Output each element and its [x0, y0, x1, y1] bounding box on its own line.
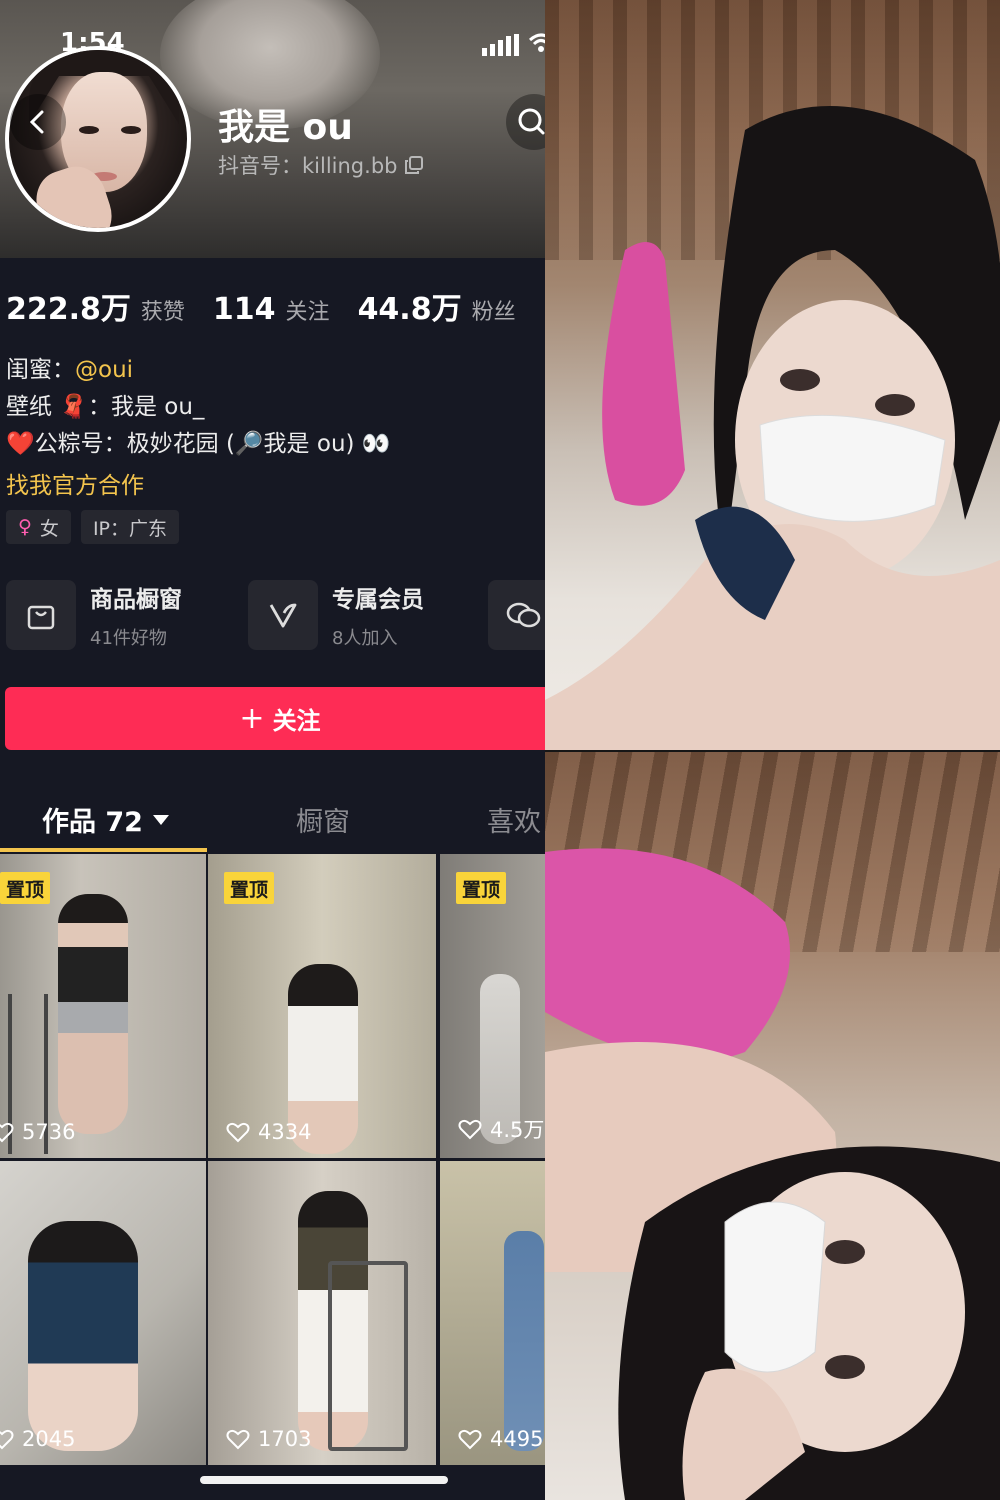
tab-likes[interactable]: 喜欢: [487, 800, 541, 839]
bio-mention-link[interactable]: @oui: [75, 357, 133, 383]
video-like-count: 1703: [226, 1427, 311, 1451]
bio-line-1-prefix: 闺蜜：: [6, 357, 75, 383]
gender-tag: ♀ 女: [6, 510, 71, 544]
heart-icon: [0, 1429, 14, 1450]
ip-location-tag: IP：广东: [80, 510, 179, 544]
profile-nickname: 我是 ou: [218, 107, 353, 148]
video-like-count: 5736: [0, 1120, 75, 1144]
selfie-illustration: [545, 848, 1000, 1500]
video-like-count: 4495: [458, 1427, 543, 1451]
membership-count: 8人加入: [332, 628, 398, 649]
stat-likes: 222.8万 获赞: [6, 284, 185, 328]
tab-shop-window[interactable]: 橱窗: [296, 800, 350, 839]
membership-entry[interactable]: 专属会员 8人加入: [248, 580, 490, 650]
profile-screen: 1:54 我是 ou 抖音号：killing.bb 222.8万 获赞 114 …: [0, 0, 545, 1500]
profile-tags: ♀ 女 IP：广东: [6, 510, 179, 544]
video-thumbnail[interactable]: 置顶 4.5万: [440, 854, 545, 1158]
pinned-badge: 置顶: [0, 872, 51, 904]
shop-bag-icon: [6, 580, 76, 650]
pinned-badge: 置顶: [224, 872, 275, 904]
stat-likes-label: 获赞: [140, 300, 185, 325]
gender-tag-label: 女: [39, 517, 59, 540]
douyin-id-text: 抖音号：killing.bb: [218, 154, 398, 178]
video-like-count: 2045: [0, 1427, 75, 1451]
shop-window-entry[interactable]: 商品橱窗 41件好物: [6, 580, 248, 650]
tab-works-label: 作品 72: [42, 807, 143, 838]
chat-bubble-icon: [506, 602, 541, 628]
caret-down-icon: [152, 814, 169, 825]
heart-icon: [226, 1429, 250, 1450]
home-indicator: [200, 1476, 448, 1484]
copy-icon[interactable]: [405, 156, 424, 174]
video-thumbnail[interactable]: 2045: [0, 1161, 206, 1465]
search-icon: [518, 108, 545, 135]
video-like-count-value: 5736: [22, 1120, 76, 1144]
cellular-signal-icon: [482, 34, 519, 56]
pinned-badge: 置顶: [456, 872, 507, 904]
video-grid: 置顶 5736 置顶 4334 置顶 4.5万 2045 1703 4495: [0, 854, 545, 1500]
video-like-count-value: 4495: [490, 1427, 544, 1451]
follow-button-label: 关注: [272, 707, 321, 735]
heart-icon: [0, 1122, 14, 1143]
video-thumbnail[interactable]: 4495: [440, 1161, 545, 1465]
group-chat-entry[interactable]: [488, 580, 545, 650]
bio-line-3: ❤️公粽号：极妙花园 (🔎我是 ou) 👀: [6, 431, 391, 457]
video-like-count-value: 4.5万: [490, 1118, 545, 1142]
video-like-count-value: 1703: [258, 1427, 312, 1451]
search-button[interactable]: [506, 94, 545, 150]
video-thumbnail[interactable]: 1703: [208, 1161, 436, 1465]
back-button[interactable]: [10, 94, 66, 150]
bio-line-1: 闺蜜：@oui: [6, 352, 390, 389]
video-like-count: 4334: [226, 1120, 311, 1144]
stat-followers-value: 44.8万: [357, 292, 462, 327]
heart-icon: [226, 1122, 250, 1143]
membership-title: 专属会员: [332, 587, 424, 613]
video-like-count-value: 2045: [22, 1427, 76, 1451]
female-icon: ♀: [18, 516, 32, 538]
vip-v-icon: [248, 580, 318, 650]
video-like-count-value: 4334: [258, 1120, 312, 1144]
video-thumbnail[interactable]: 置顶 4334: [208, 854, 436, 1158]
chevron-left-icon: [29, 110, 44, 134]
ip-location-label: IP：广东: [92, 517, 167, 540]
video-like-count: 4.5万: [458, 1114, 544, 1144]
heart-icon: [458, 1429, 482, 1450]
photo-selfie-bottom: [545, 752, 1000, 1500]
tab-works[interactable]: 作品 72: [42, 800, 169, 839]
heart-icon: [458, 1119, 482, 1140]
stat-following-value: 114: [212, 292, 276, 327]
profile-bio: 闺蜜：@oui 壁纸 🧣：我是 ou_ ❤️公粽号：极妙花园 (🔎我是 ou) …: [6, 352, 390, 463]
profile-tabs: 作品 72 橱窗 喜欢: [0, 790, 545, 852]
video-thumbnail[interactable]: 置顶 5736: [0, 854, 206, 1158]
stat-likes-value: 222.8万: [6, 292, 131, 327]
profile-stats: 222.8万 获赞 114 关注 44.8万 粉丝: [6, 284, 516, 328]
follow-button[interactable]: + 关注: [5, 687, 545, 750]
profile-services: 商品橱窗 41件好物 专属会员 8人加入: [6, 580, 490, 650]
stat-following-label: 关注: [285, 300, 330, 325]
stat-followers-label: 粉丝: [471, 300, 516, 325]
business-contact-link[interactable]: 找我官方合作: [6, 466, 144, 500]
shop-window-title: 商品橱窗: [90, 587, 182, 613]
stat-following[interactable]: 114 关注: [213, 292, 330, 327]
bio-line-2: 壁纸 🧣：我是 ou_: [6, 394, 205, 420]
douyin-id: 抖音号：killing.bb: [218, 150, 424, 180]
photo-selfie-top: [545, 0, 1000, 750]
stat-followers[interactable]: 44.8万 粉丝: [358, 284, 516, 328]
selfie-illustration: [545, 106, 1000, 750]
active-tab-indicator: [0, 848, 207, 852]
plus-icon: +: [239, 701, 265, 736]
shop-window-count: 41件好物: [90, 628, 167, 649]
wifi-icon: [528, 33, 545, 52]
